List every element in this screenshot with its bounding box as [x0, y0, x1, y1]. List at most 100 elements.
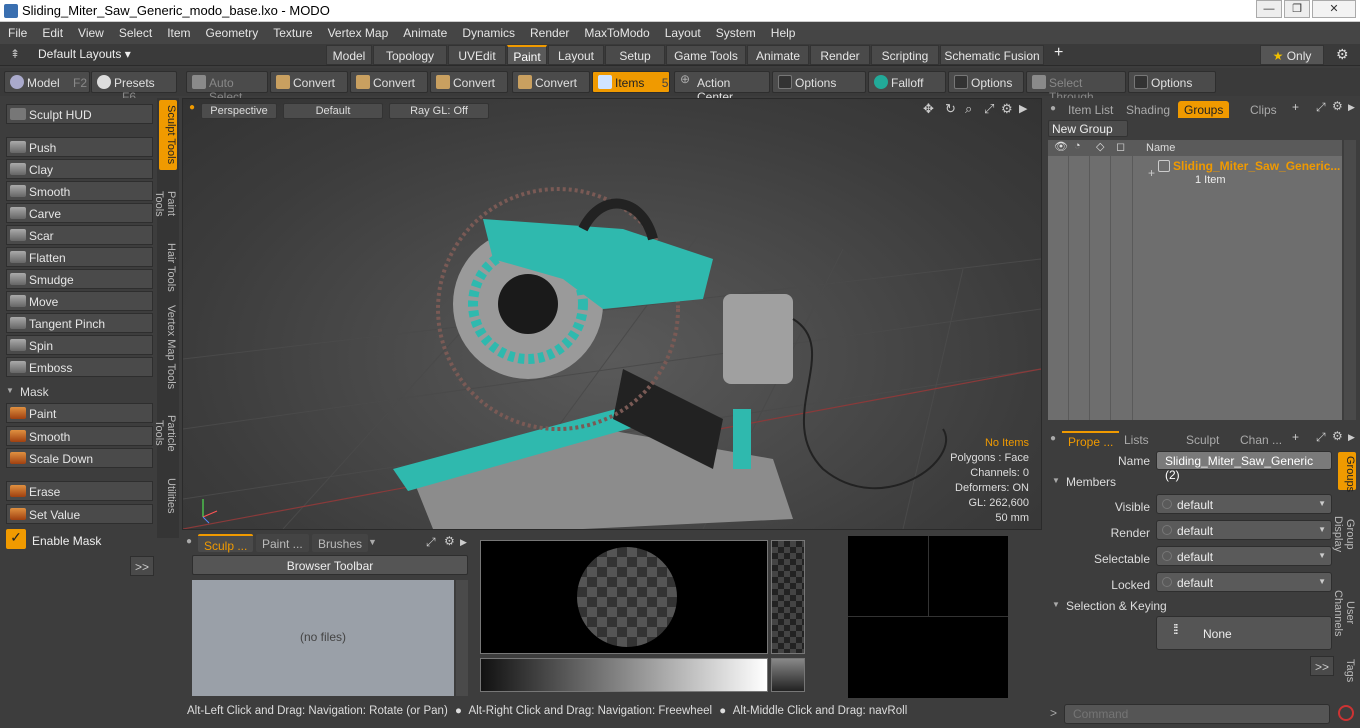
locked-dropdown[interactable]: default [1156, 572, 1332, 592]
mask-paint[interactable]: Paint [6, 403, 153, 423]
menu-help[interactable]: Help [763, 22, 803, 44]
tab-sculpt-tools[interactable]: Sculpt Tools [159, 100, 177, 170]
maximize-button[interactable]: ❐ [1284, 0, 1310, 18]
tab-channels[interactable]: Chan ... [1234, 431, 1288, 448]
mask-erase[interactable]: Erase [6, 481, 153, 501]
auto-select-button[interactable]: Auto Select [186, 71, 268, 104]
tool-smooth[interactable]: Smooth [6, 181, 153, 201]
color-swatch[interactable] [771, 658, 805, 692]
tab-sculpt[interactable]: Sculpt [1180, 431, 1225, 448]
browser-scrollbar[interactable] [456, 580, 468, 696]
tab-clips[interactable]: Clips [1244, 101, 1283, 118]
model-button[interactable]: Model F2 [4, 71, 90, 93]
tab-lists[interactable]: Lists [1118, 431, 1155, 448]
menu-view[interactable]: View [70, 22, 111, 44]
file-browser-list[interactable]: (no files) [192, 580, 454, 696]
tab-render[interactable]: Render [810, 45, 870, 65]
panel-menu-icon[interactable]: ● [1050, 433, 1056, 444]
more-tools-button[interactable]: >> [130, 556, 154, 576]
default-layouts-dropdown[interactable]: Default Layouts ▾ [38, 47, 131, 61]
tab-paint-presets[interactable]: Paint ... [256, 534, 309, 552]
menu-geometry[interactable]: Geometry [198, 22, 266, 44]
add-tab-button[interactable]: + [1292, 100, 1299, 114]
tab-sculpt-presets[interactable]: Sculp ... [198, 534, 254, 553]
convert-button-2[interactable]: Convert [350, 71, 428, 93]
selectable-dropdown[interactable]: default [1156, 546, 1332, 566]
tool-scar[interactable]: Scar [6, 225, 153, 245]
panel-arrow-icon[interactable]: ▶ [460, 537, 467, 548]
tab-vertex-map-tools[interactable]: Vertex Map Tools [159, 300, 177, 394]
tab-shading[interactable]: Shading [1120, 101, 1176, 118]
alpha-strip[interactable] [771, 540, 805, 654]
tool-emboss[interactable]: Emboss [6, 357, 153, 377]
tab-paint-tools[interactable]: Paint Tools [153, 174, 177, 234]
tab-brushes[interactable]: Brushes [312, 534, 369, 552]
name-field[interactable]: Sliding_Miter_Saw_Generic (2) [1156, 451, 1332, 482]
falloff-button[interactable]: Falloff [868, 71, 946, 93]
options-button-2[interactable]: Options [948, 71, 1024, 93]
tool-push[interactable]: Push [6, 137, 153, 157]
menu-item[interactable]: Item [159, 22, 197, 44]
command-input[interactable] [1064, 704, 1330, 724]
tab-scripting[interactable]: Scripting [871, 45, 939, 65]
tool-tangent-pinch[interactable]: Tangent Pinch [6, 313, 153, 333]
menu-file[interactable]: File [0, 22, 34, 44]
menu-vertex-map[interactable]: Vertex Map [320, 22, 396, 44]
selection-keying-section-header[interactable]: Selection & Keying [1050, 599, 1200, 615]
items-mode-button[interactable]: Items 5 [592, 71, 670, 93]
layout-arrow-icon[interactable]: ⇞ [10, 47, 20, 61]
panel-expand-icon[interactable]: ⤢ [426, 535, 436, 550]
mask-set-value[interactable]: Set Value [6, 504, 153, 524]
menu-system[interactable]: System [708, 22, 763, 44]
menu-edit[interactable]: Edit [34, 22, 70, 44]
gradient-ramp[interactable] [480, 658, 768, 692]
tab-schematic-fusion[interactable]: Schematic Fusion [940, 45, 1044, 65]
gear-icon[interactable]: ⚙ [1336, 46, 1349, 63]
tool-flatten[interactable]: Flatten [6, 247, 153, 267]
close-button[interactable]: ✕ [1312, 0, 1356, 18]
tab-dropdown-icon[interactable]: ▼ [368, 537, 377, 547]
add-tab-button[interactable]: + [1292, 430, 1299, 444]
enable-mask-checkbox[interactable]: ✓ [6, 529, 26, 549]
menu-maxtomodo[interactable]: MaxToModo [576, 22, 656, 44]
panel-expand-icon[interactable]: ⤢ [1316, 100, 1326, 115]
menu-texture[interactable]: Texture [265, 22, 319, 44]
menu-render[interactable]: Render [522, 22, 576, 44]
tab-animate[interactable]: Animate [747, 45, 809, 65]
properties-more-button[interactable]: >> [1310, 656, 1334, 676]
panel-menu-icon[interactable]: ● [186, 536, 192, 547]
tab-hair-tools[interactable]: Hair Tools [159, 238, 177, 296]
panel-settings-icon[interactable]: ⚙ [444, 534, 455, 548]
menu-layout[interactable]: Layout [657, 22, 708, 44]
tab-groups-side[interactable]: Groups [1338, 452, 1356, 492]
panel-menu-icon[interactable]: ● [1050, 103, 1056, 114]
members-section-header[interactable]: Members [1050, 475, 1200, 491]
record-icon[interactable] [1338, 705, 1354, 721]
convert-button-1[interactable]: Convert [270, 71, 348, 93]
tab-properties[interactable]: Prope ... [1062, 431, 1120, 449]
panel-settings-icon[interactable]: ⚙ [1332, 429, 1343, 443]
select-through-button[interactable]: Select Through [1026, 71, 1126, 104]
menu-animate[interactable]: Animate [395, 22, 454, 44]
add-layout-button[interactable]: + [1054, 44, 1063, 62]
preview-canvas[interactable] [848, 536, 1008, 698]
convert-button-4[interactable]: Convert [512, 71, 590, 93]
only-toggle[interactable]: ★ Only [1260, 45, 1324, 65]
tool-move[interactable]: Move [6, 291, 153, 311]
panel-arrow-icon[interactable]: ▶ [1348, 102, 1355, 113]
expand-icon[interactable]: + [1148, 166, 1155, 180]
group-row[interactable]: + Sliding_Miter_Saw_Generic... 1 Item [1048, 158, 1342, 188]
tab-particle-tools[interactable]: Particle Tools [153, 398, 177, 468]
panel-expand-icon[interactable]: ⤢ [1316, 430, 1326, 445]
tab-model[interactable]: Model [326, 45, 372, 65]
browser-toolbar-button[interactable]: Browser Toolbar [192, 555, 468, 575]
options-button-1[interactable]: Options [772, 71, 866, 93]
new-group-button[interactable]: New Group [1048, 120, 1128, 137]
tab-topology[interactable]: Topology [373, 45, 447, 65]
render-dropdown[interactable]: default [1156, 520, 1332, 540]
menu-select[interactable]: Select [111, 22, 159, 44]
tab-user-channels[interactable]: User Channels [1332, 576, 1356, 650]
mask-smooth[interactable]: Smooth [6, 426, 153, 446]
minimize-button[interactable]: — [1256, 0, 1282, 18]
tab-groups[interactable]: Groups [1178, 101, 1230, 118]
